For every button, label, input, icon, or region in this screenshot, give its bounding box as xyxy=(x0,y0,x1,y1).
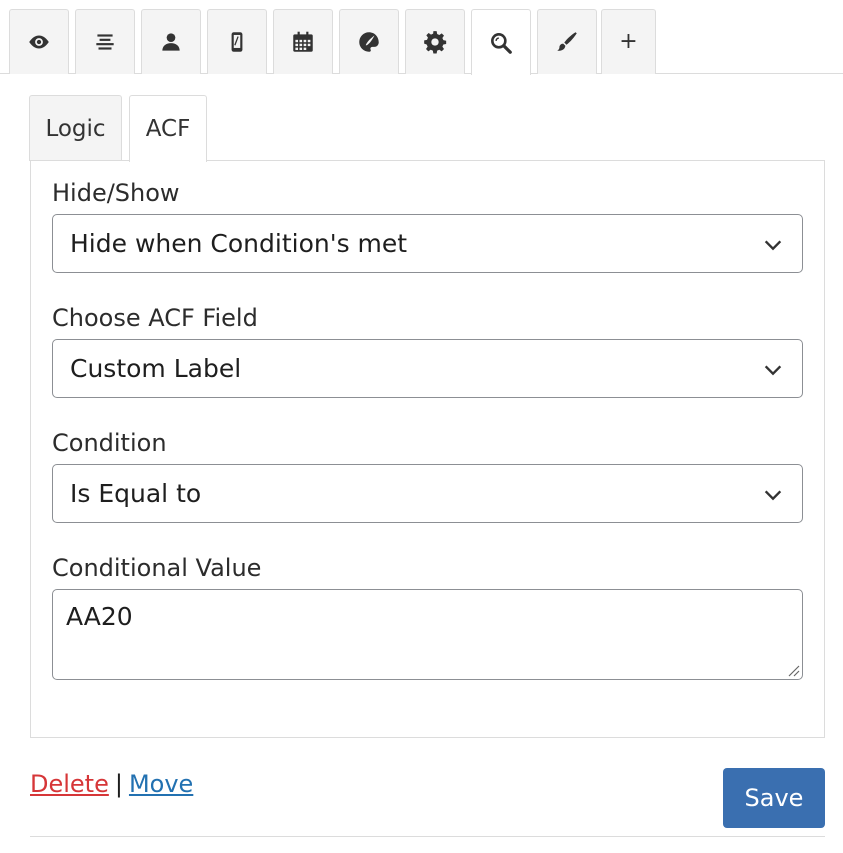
delete-link[interactable]: Delete xyxy=(30,770,109,798)
move-link[interactable]: Move xyxy=(129,770,193,798)
tab-design[interactable] xyxy=(339,9,399,74)
icon-toolbar: + xyxy=(0,0,843,75)
condition-label: Condition xyxy=(52,429,167,457)
footer-links: Delete | Move xyxy=(30,770,193,798)
save-button[interactable]: Save xyxy=(723,768,825,828)
hide-show-value: Hide when Condition's met xyxy=(70,229,408,258)
chevron-down-icon xyxy=(764,240,782,251)
condition-value: Is Equal to xyxy=(70,479,202,508)
conditional-value-textarea[interactable]: AA20 xyxy=(52,589,803,680)
conditional-value-text: AA20 xyxy=(66,602,133,631)
acf-field-select[interactable]: Custom Label xyxy=(52,339,803,398)
link-separator: | xyxy=(114,770,123,798)
divider xyxy=(30,836,825,837)
tab-logic-label: Logic xyxy=(45,115,106,142)
tab-add[interactable]: + xyxy=(601,9,656,74)
hide-show-label: Hide/Show xyxy=(52,179,180,207)
condition-select[interactable]: Is Equal to xyxy=(52,464,803,523)
tab-visibility[interactable] xyxy=(9,9,69,74)
chevron-down-icon xyxy=(764,490,782,501)
search-icon xyxy=(491,32,512,54)
tab-device[interactable] xyxy=(207,9,267,74)
tab-acf-label: ACF xyxy=(145,116,191,142)
resize-handle-icon[interactable] xyxy=(786,663,800,677)
plus-icon: + xyxy=(619,29,638,54)
tab-user[interactable] xyxy=(141,9,201,74)
chevron-down-icon xyxy=(764,365,782,376)
hide-show-select[interactable]: Hide when Condition's met xyxy=(52,214,803,273)
acf-field-label: Choose ACF Field xyxy=(52,304,258,332)
acf-field-value: Custom Label xyxy=(70,354,242,383)
conditional-value-label: Conditional Value xyxy=(52,554,262,582)
tab-logic[interactable]: Logic xyxy=(29,95,122,161)
tab-settings[interactable] xyxy=(405,9,465,74)
user-icon xyxy=(162,33,180,51)
mobile-icon xyxy=(231,32,243,52)
gear-icon xyxy=(424,31,447,54)
brush-icon xyxy=(557,32,577,51)
calendar-icon xyxy=(293,31,313,52)
tab-alignment[interactable] xyxy=(75,9,135,74)
eye-icon xyxy=(29,35,49,49)
tab-acf[interactable]: ACF xyxy=(129,95,207,162)
tab-style[interactable] xyxy=(537,9,597,74)
align-center-icon xyxy=(96,34,114,50)
tab-search[interactable] xyxy=(471,9,531,75)
tab-schedule[interactable] xyxy=(273,9,333,74)
palette-icon xyxy=(359,32,379,52)
